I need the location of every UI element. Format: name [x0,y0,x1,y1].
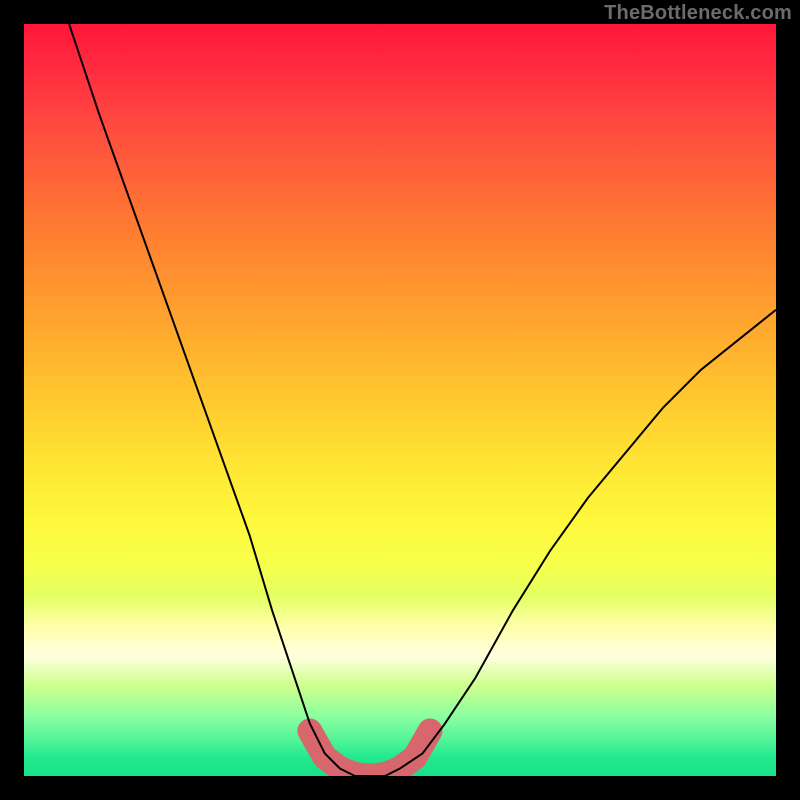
watermark-label: TheBottleneck.com [604,2,792,25]
bottleneck-curve [69,24,776,776]
chart-frame: TheBottleneck.com [0,0,800,800]
plot-area [24,24,776,776]
curve-overlay [24,24,776,776]
optimal-zone-band [310,731,430,776]
